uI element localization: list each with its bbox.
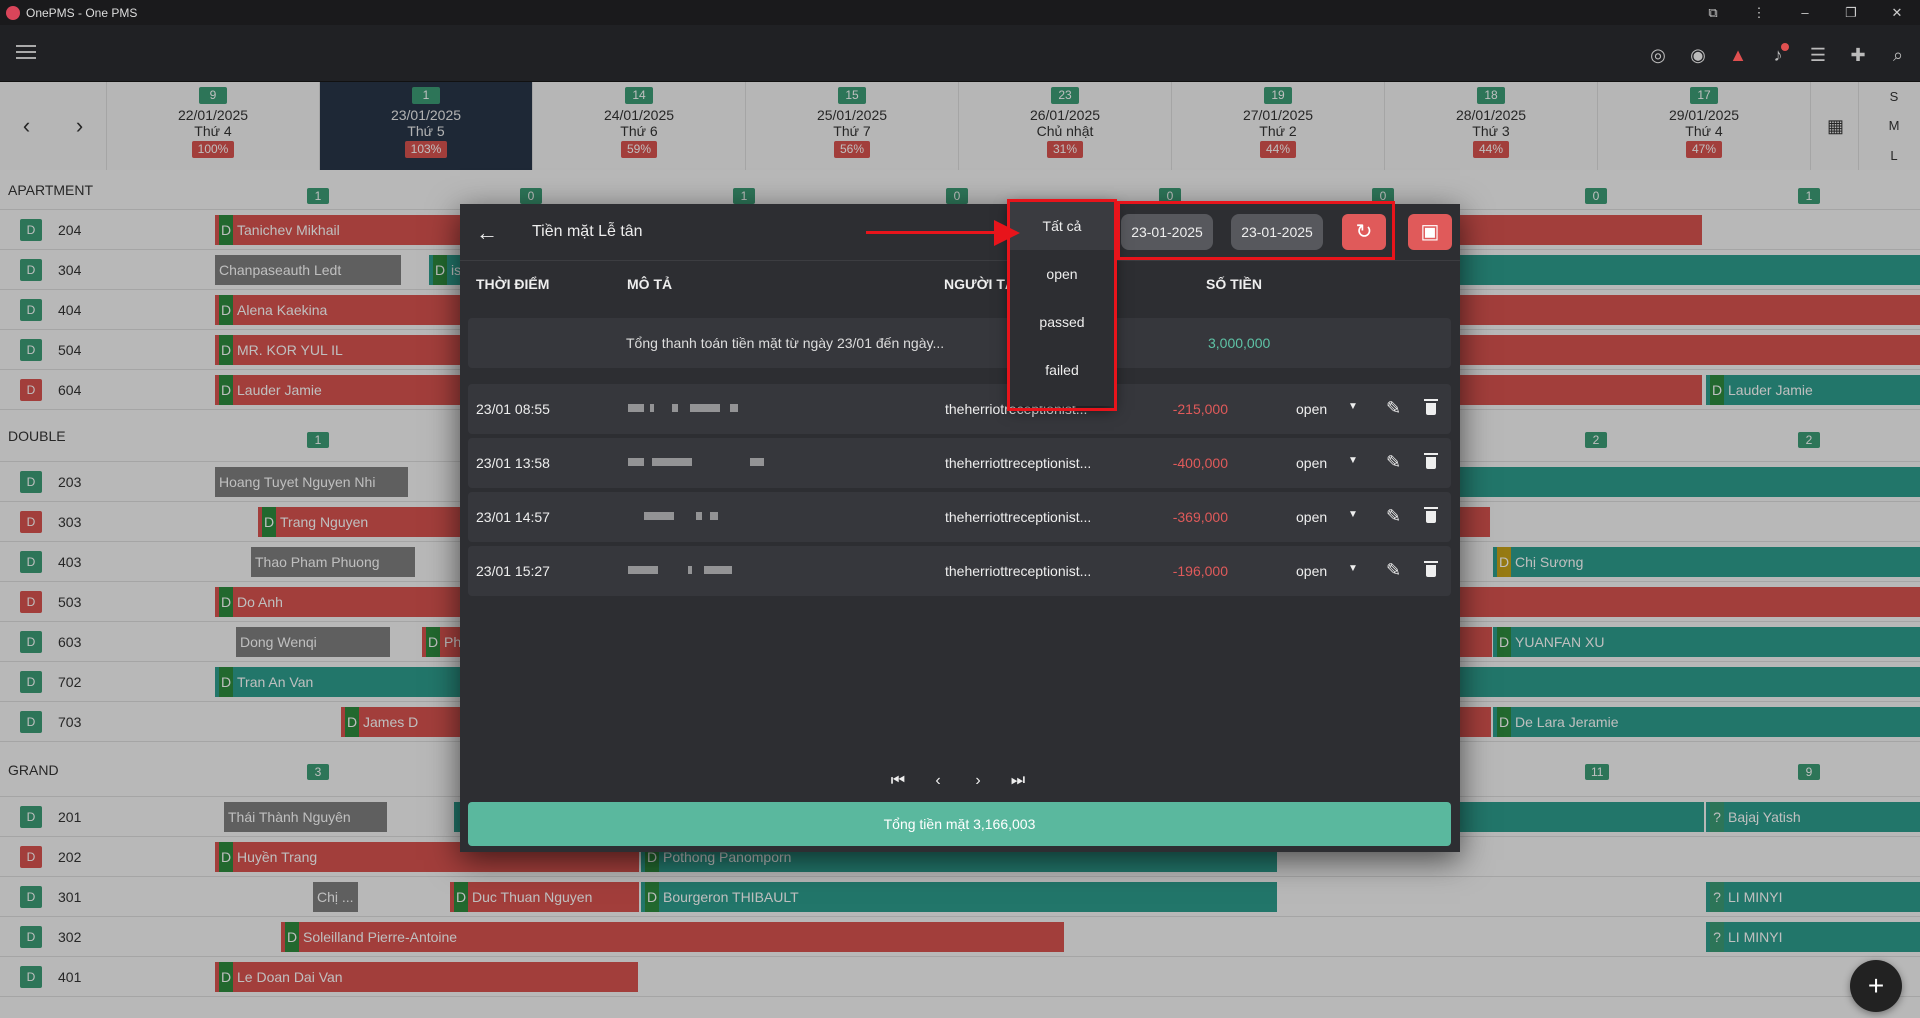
row-amount: -196,000 [1172,563,1228,579]
export-file-icon[interactable]: ▣ [1408,214,1452,250]
summary-row: Tổng thanh toán tiền mặt từ ngày 23/01 đ… [468,318,1451,368]
edit-icon[interactable]: ✎ [1386,506,1401,527]
edit-icon[interactable]: ✎ [1386,560,1401,581]
next-page-icon[interactable]: › [970,772,986,790]
delete-icon[interactable] [1424,560,1438,578]
annotation-arrow-line [866,231,996,234]
back-arrow-icon[interactable]: ← [476,220,498,246]
chevron-down-icon[interactable]: ▼ [1348,563,1358,574]
restore-button[interactable]: ❐ [1828,0,1874,25]
cash-modal: ← Tiền mặt Lễ tân 23-01-2025 23-01-2025 … [460,204,1460,852]
row-amount: -215,000 [1172,401,1228,417]
modal-title: Tiền mặt Lễ tân [532,223,643,240]
last-page-icon[interactable]: ⏭ [1010,772,1026,790]
prev-page-icon[interactable]: ‹ [930,772,946,790]
row-user: theherriottreceptionist... [945,509,1092,525]
table-row[interactable]: 23/01 14:57 theherriottreceptionist... -… [468,492,1451,542]
row-state[interactable]: open [1296,509,1327,525]
col-user: NGƯỜI TẠ [944,276,1015,292]
warning-icon[interactable]: ▲ [1726,43,1750,67]
more-vert-icon[interactable]: ⋮ [1736,0,1782,25]
row-user: theherriottreceptionist... [945,563,1092,579]
chevron-down-icon[interactable]: ▼ [1348,401,1358,412]
bell-icon[interactable]: ♪ [1766,43,1790,67]
pagination: ⏮ ‹ › ⏭ [890,772,1026,790]
row-desc-redacted [628,566,768,576]
annotation-box-controls [1117,201,1395,260]
row-desc-redacted [628,458,768,468]
delete-icon[interactable] [1424,398,1438,416]
delete-icon[interactable] [1424,452,1438,470]
hamburger-menu-icon[interactable] [16,45,36,63]
notification-dot [1781,43,1789,51]
annotation-box-dropdown [1007,199,1117,411]
toolbar-icons: ◎ ◉ ▲ ♪ ☰ ✚ ⌕ [1646,43,1910,67]
row-state[interactable]: open [1296,455,1327,471]
summary-amount: 3,000,000 [1208,335,1271,351]
row-state[interactable]: open [1296,563,1327,579]
edit-icon[interactable]: ✎ [1386,452,1401,473]
row-time: 23/01 14:57 [476,509,550,525]
row-time: 23/01 15:27 [476,563,550,579]
extension-icon[interactable]: ⧉ [1690,0,1736,25]
col-amount: SỐ TIỀN [1206,276,1263,292]
app-toolbar: ◎ ◉ ▲ ♪ ☰ ✚ ⌕ [0,25,1920,82]
col-desc: MÔ TẢ [627,276,673,292]
chevron-down-icon[interactable]: ▼ [1348,509,1358,520]
row-state[interactable]: open [1296,401,1327,417]
search-icon[interactable]: ⌕ [1886,43,1910,67]
add-fab-button[interactable]: + [1850,960,1902,1012]
row-desc-redacted [628,404,768,414]
close-button[interactable]: ✕ [1874,0,1920,25]
row-amount: -400,000 [1172,455,1228,471]
delete-icon[interactable] [1424,506,1438,524]
edit-icon[interactable]: ✎ [1386,398,1401,419]
row-time: 23/01 08:55 [476,401,550,417]
row-amount: -369,000 [1172,509,1228,525]
first-page-icon[interactable]: ⏮ [890,772,906,790]
row-desc-redacted [628,512,768,522]
table-row[interactable]: 23/01 13:58 theherriottreceptionist... -… [468,438,1451,488]
window-titlebar: OnePMS - One PMS ⧉ ⋮ – ❐ ✕ [0,0,1920,25]
table-row[interactable]: 23/01 15:27 theherriottreceptionist... -… [468,546,1451,596]
minimize-button[interactable]: – [1782,0,1828,25]
eye-icon[interactable]: ◉ [1686,43,1710,67]
row-time: 23/01 13:58 [476,455,550,471]
fingerprint-icon[interactable]: ◎ [1646,43,1670,67]
chevron-down-icon[interactable]: ▼ [1348,455,1358,466]
list-icon[interactable]: ☰ [1806,43,1830,67]
row-user: theherriottreceptionist... [945,455,1092,471]
window-controls: ⧉ ⋮ – ❐ ✕ [1690,0,1920,25]
table-row[interactable]: 23/01 08:55 theherriotreceptionist... -2… [468,384,1451,434]
summary-text: Tổng thanh toán tiền mặt từ ngày 23/01 đ… [626,335,945,351]
window-title: OnePMS - One PMS [26,5,138,20]
total-cash-bar: Tổng tiền mặt 3,166,003 [468,802,1451,846]
add-user-icon[interactable]: ✚ [1846,43,1870,67]
col-time: THỜI ĐIỂM [476,276,550,292]
app-logo-icon [6,5,20,20]
